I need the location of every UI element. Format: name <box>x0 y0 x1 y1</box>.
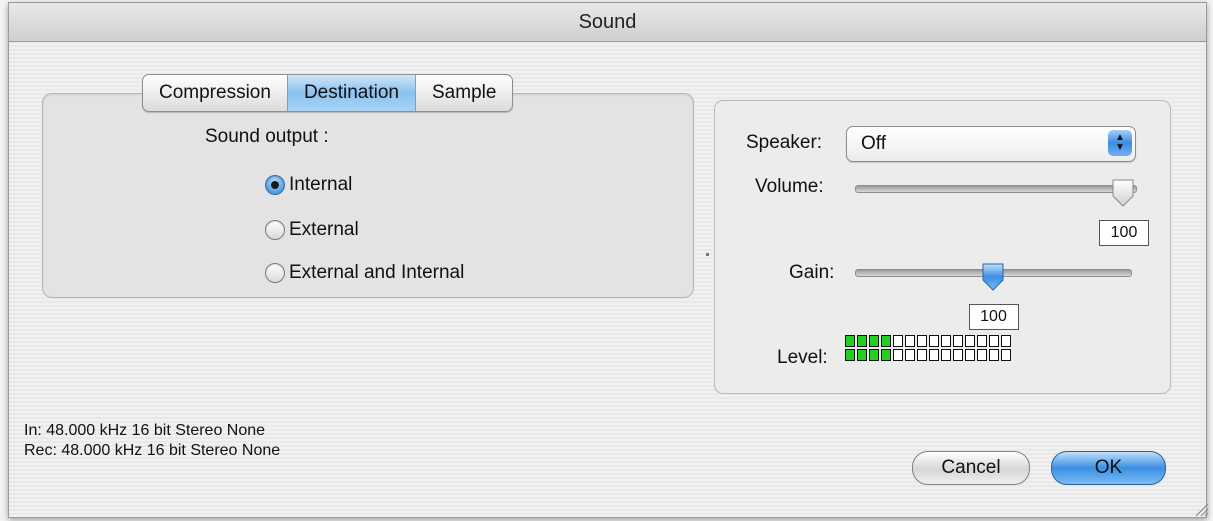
gain-slider-knob[interactable] <box>981 262 1005 292</box>
speaker-popup[interactable]: Off ▲ ▼ <box>846 126 1136 162</box>
gain-label: Gain: <box>789 262 835 283</box>
resize-dot <box>706 253 709 256</box>
radio-label-external-and-internal: External and Internal <box>289 262 465 283</box>
level-cell <box>977 335 987 347</box>
format-info: In: 48.000 kHz 16 bit Stereo None Rec: 4… <box>24 421 280 461</box>
radio-external[interactable]: External <box>265 215 359 245</box>
radio-label-internal: Internal <box>289 174 353 195</box>
level-cell-lit <box>857 335 867 347</box>
tab-compression[interactable]: Compression <box>143 75 288 111</box>
level-meter-row <box>845 349 1011 361</box>
level-cell <box>917 349 927 361</box>
volume-label: Volume: <box>755 176 824 197</box>
popup-arrows-icon: ▲ ▼ <box>1108 130 1132 156</box>
sound-output-label: Sound output : <box>205 126 329 147</box>
volume-slider-knob[interactable] <box>1111 178 1135 208</box>
level-cell-lit <box>881 335 891 347</box>
level-cell-lit <box>869 335 879 347</box>
radio-external-and-internal[interactable]: External and Internal <box>265 258 464 288</box>
level-cell-lit <box>845 349 855 361</box>
resize-grip-icon[interactable] <box>1193 501 1209 517</box>
speaker-value: Off <box>861 133 886 154</box>
radio-button[interactable] <box>265 263 285 283</box>
cancel-button[interactable]: Cancel <box>912 451 1030 485</box>
level-cell <box>989 349 999 361</box>
level-cell <box>965 335 975 347</box>
level-cell <box>1001 349 1011 361</box>
level-cell <box>905 335 915 347</box>
input-format: In: 48.000 kHz 16 bit Stereo None <box>24 422 266 439</box>
volume-slider-track[interactable] <box>855 185 1137 193</box>
level-meter-row <box>845 335 1011 347</box>
level-cell <box>893 349 903 361</box>
level-cell <box>893 335 903 347</box>
radio-button[interactable] <box>265 220 285 240</box>
level-cell <box>953 335 963 347</box>
level-label: Level: <box>777 347 828 368</box>
level-cell <box>929 349 939 361</box>
level-cell <box>953 349 963 361</box>
level-cell <box>905 349 915 361</box>
tab-bar: Compression Destination Sample <box>142 74 514 112</box>
level-cell <box>917 335 927 347</box>
window-title: Sound <box>9 3 1206 42</box>
level-meter <box>845 335 1011 363</box>
level-cell-lit <box>845 335 855 347</box>
radio-label-external: External <box>289 219 359 240</box>
speaker-label: Speaker: <box>746 132 823 153</box>
volume-value-box: 100 <box>1099 220 1149 246</box>
level-cell <box>977 349 987 361</box>
level-cell <box>965 349 975 361</box>
level-cell <box>989 335 999 347</box>
radio-internal[interactable]: Internal <box>265 170 352 200</box>
level-cell <box>941 335 951 347</box>
gain-value-box: 100 <box>968 304 1019 330</box>
ok-button[interactable]: OK <box>1051 451 1166 485</box>
level-cell <box>929 335 939 347</box>
tab-destination[interactable]: Destination <box>287 75 416 111</box>
level-cell-lit <box>881 349 891 361</box>
tab-sample[interactable]: Sample <box>416 75 512 111</box>
radio-button-checked[interactable] <box>265 175 285 195</box>
level-cell <box>1001 335 1011 347</box>
level-cell-lit <box>869 349 879 361</box>
level-cell-lit <box>857 349 867 361</box>
level-cell <box>941 349 951 361</box>
record-format: Rec: 48.000 kHz 16 bit Stereo None <box>24 442 281 459</box>
